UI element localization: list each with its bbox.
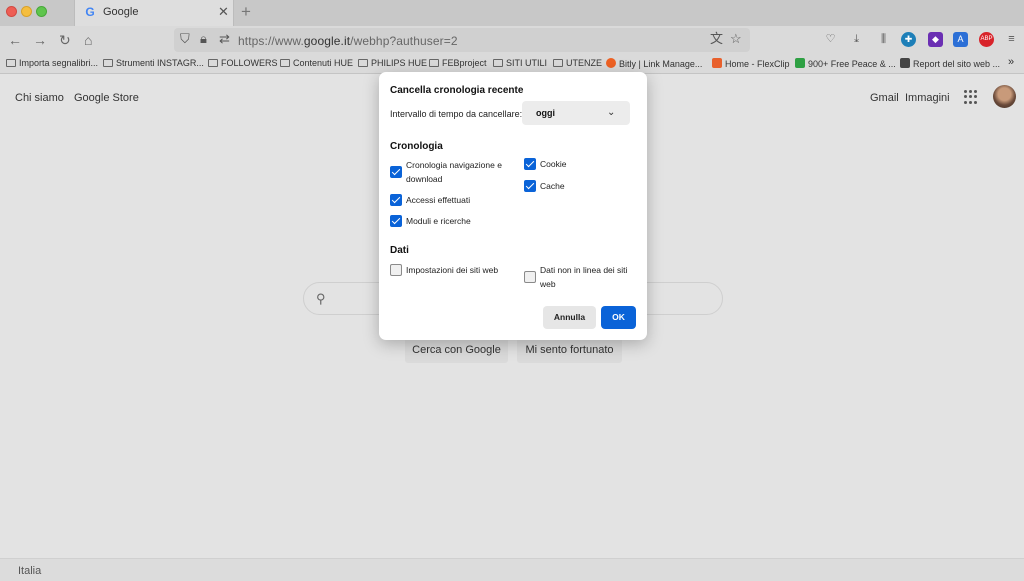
google-apps-icon[interactable] (964, 90, 978, 104)
time-range-label: Intervallo di tempo da cancellare: (390, 109, 523, 119)
checkbox-forms-searches[interactable] (390, 215, 402, 227)
folder-icon (429, 59, 439, 67)
new-tab-icon[interactable]: + (241, 2, 251, 22)
avatar[interactable] (993, 85, 1016, 108)
checkbox-site-settings[interactable] (390, 264, 402, 276)
bookmark-bitly[interactable]: Bitly | Link Manage... (606, 58, 702, 69)
clear-history-dialog: Cancella cronologia recente Intervallo d… (379, 72, 647, 340)
adblock-icon[interactable]: ABP (979, 32, 994, 47)
checkbox-label: Accessi effettuati (406, 195, 471, 205)
search-icon: ⚲ (316, 291, 326, 306)
close-tab-icon[interactable]: ✕ (218, 4, 229, 20)
checkbox-label: Dati non in linea dei siti web (540, 265, 628, 289)
import-icon (6, 59, 16, 67)
zoom-window-button[interactable] (36, 6, 47, 17)
extension-shield-icon[interactable]: ◆ (928, 32, 943, 47)
folder-icon (103, 59, 113, 67)
data-section-title: Dati (390, 245, 409, 256)
bookmark-folder[interactable]: FOLLOWERS (208, 58, 278, 68)
tab-title: Google (103, 6, 139, 18)
bookmark-flexclip[interactable]: Home - FlexClip (712, 58, 790, 69)
chevron-down-icon: ⌄ (607, 107, 616, 118)
folder-icon (358, 59, 368, 67)
checkbox-label: Cookie (540, 159, 567, 169)
search-button[interactable]: Cerca con Google (405, 338, 508, 363)
folder-icon (553, 59, 563, 67)
nav-bar: ← → ↻ ⌂ ⛉ 🔒︎ ⇄ https://www.google.it/web… (0, 26, 1024, 54)
checkbox-offline-data[interactable] (524, 271, 536, 283)
minimize-window-button[interactable] (21, 6, 32, 17)
bookmark-folder[interactable]: FEBproject (429, 58, 487, 68)
checkbox-label: Moduli e ricerche (406, 216, 471, 226)
link-about[interactable]: Chi siamo (15, 92, 64, 104)
home-icon[interactable]: ⌂ (84, 33, 92, 47)
ok-button[interactable]: OK (601, 306, 636, 329)
time-range-select[interactable]: oggi ⌄ (522, 101, 630, 125)
permissions-icon[interactable]: ⇄ (219, 32, 230, 46)
tracking-shield-icon[interactable]: ⛉ (180, 32, 190, 46)
link-images[interactable]: Immagini (905, 92, 950, 104)
bookmark-folder[interactable]: SITI UTILI (493, 58, 547, 68)
history-section-title: Cronologia (390, 141, 443, 152)
bookmark-folder[interactable]: UTENZE (553, 58, 602, 68)
url-text[interactable]: https://www.google.it/webhp?authuser=2 (238, 34, 458, 48)
cancel-button[interactable]: Annulla (543, 306, 596, 329)
translate-icon[interactable]: 文 (710, 32, 723, 46)
lucky-button[interactable]: Mi sento fortunato (517, 338, 622, 363)
bookmark-pixabay[interactable]: 900+ Free Peace & ... (795, 58, 896, 69)
pocket-icon[interactable]: ♡ (823, 32, 838, 47)
checkbox-cache[interactable] (524, 180, 536, 192)
reload-icon[interactable]: ↻ (59, 33, 71, 47)
forward-icon[interactable]: → (33, 33, 47, 47)
bookmark-semrush[interactable]: Report del sito web ... (900, 58, 1000, 69)
link-gmail[interactable]: Gmail (870, 92, 899, 104)
bookmark-folder[interactable]: Contenuti HUE (280, 58, 353, 68)
bookmark-import[interactable]: Importa segnalibri... (6, 58, 98, 68)
close-window-button[interactable] (6, 6, 17, 17)
checkbox-label: Impostazioni dei siti web (406, 265, 499, 275)
library-icon[interactable]: ⫼ (876, 32, 891, 47)
more-bookmarks-icon[interactable]: » (1008, 56, 1014, 68)
checkbox-label: Cronologia navigazione e download (406, 160, 502, 184)
downloads-icon[interactable]: ⤓ (849, 32, 864, 47)
flexclip-icon (712, 58, 722, 68)
bookmark-star-icon[interactable]: ☆ (730, 32, 742, 46)
extension-plus-icon[interactable]: ✚ (901, 32, 916, 47)
extension-translate-icon[interactable]: A (953, 32, 968, 47)
folder-icon (280, 59, 290, 67)
time-range-value: oggi (536, 108, 555, 118)
checkbox-cookies[interactable] (524, 158, 536, 170)
tab-bar: G Google ✕ + (0, 0, 1024, 26)
checkbox-logins[interactable] (390, 194, 402, 206)
checkbox-browsing-history[interactable] (390, 166, 402, 178)
url-bar[interactable]: ⛉ 🔒︎ ⇄ https://www.google.it/webhp?authu… (174, 28, 750, 52)
folder-icon (208, 59, 218, 67)
footer-country: Italia (18, 565, 42, 577)
tab-google[interactable]: G Google ✕ (74, 0, 234, 26)
pixabay-icon (795, 58, 805, 68)
lock-icon[interactable]: 🔒︎ (200, 32, 207, 46)
back-icon[interactable]: ← (8, 33, 22, 47)
link-store[interactable]: Google Store (74, 92, 139, 104)
menu-icon[interactable]: ≡ (1004, 32, 1019, 47)
dialog-title: Cancella cronologia recente (390, 85, 524, 96)
footer: Italia (0, 558, 1024, 581)
google-favicon-icon: G (85, 5, 95, 19)
bookmarks-bar: Importa segnalibri... Strumenti INSTAGR.… (0, 54, 1024, 74)
bitly-icon (606, 58, 616, 68)
bookmark-folder[interactable]: Strumenti INSTAGR... (103, 58, 204, 68)
bookmark-folder[interactable]: PHILIPS HUE (358, 58, 427, 68)
semrush-icon (900, 58, 910, 68)
folder-icon (493, 59, 503, 67)
checkbox-label: Cache (540, 181, 565, 191)
